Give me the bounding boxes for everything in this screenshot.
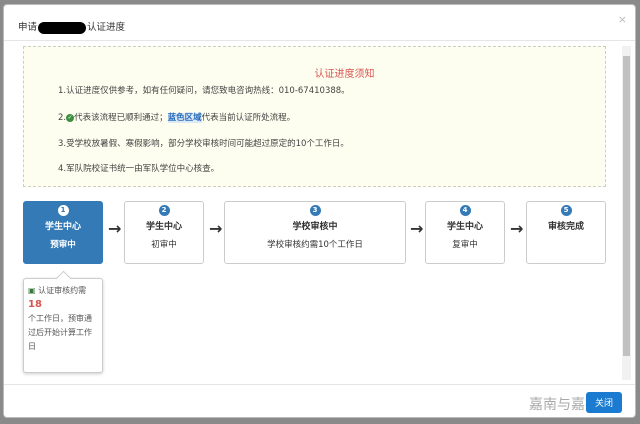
dialog-header: 申请 认证进度 × bbox=[4, 5, 635, 41]
line2-a: 代表该流程已顺利通过； bbox=[74, 113, 168, 123]
scrollbar[interactable] bbox=[622, 46, 631, 380]
redacted-name bbox=[38, 21, 87, 34]
notice-line-2: 2.✓代表该流程已顺利通过；蓝色区域代表当前认证所处流程。 bbox=[58, 111, 295, 123]
step-title: 学生中心 bbox=[44, 222, 81, 232]
step-sub: 预审中 bbox=[50, 240, 76, 250]
step-title: 学校审核中 bbox=[292, 222, 338, 232]
line2-prefix: 2. bbox=[58, 113, 67, 123]
step-number: 2 bbox=[158, 205, 170, 216]
title-prefix: 申请 bbox=[18, 22, 38, 33]
title-suffix: 认证进度 bbox=[87, 22, 126, 33]
notice-box: 认证进度须知 1.认证进度仅供参考，如有任何疑问，请您致电咨询热线：010-67… bbox=[23, 46, 606, 187]
tooltip-days: 18 bbox=[28, 299, 42, 310]
step-title: 学生中心 bbox=[145, 222, 182, 232]
step-2: 2 学生中心初审中 bbox=[124, 201, 204, 264]
tooltip-text-b: 个工作日，预审通过后开始计算工作日 bbox=[28, 314, 92, 351]
tooltip-text-a: 认证审核约需 bbox=[38, 286, 87, 295]
close-icon[interactable]: × bbox=[618, 13, 627, 26]
notice-line-1: 1.认证进度仅供参考，如有任何疑问，请您致电咨询热线：010-67410388。 bbox=[58, 86, 350, 96]
step-title: 审核完成 bbox=[547, 222, 584, 232]
step-sub: 初审中 bbox=[151, 240, 177, 250]
check-circle-icon: ✓ bbox=[66, 113, 75, 122]
step-number: 4 bbox=[459, 205, 471, 216]
progress-dialog: 申请 认证进度 × 认证进度须知 1.认证进度仅供参考，如有任何疑问，请您致电咨询… bbox=[3, 4, 636, 418]
step-title: 学生中心 bbox=[446, 222, 483, 232]
step-tooltip: ▣ 认证审核约需 18 个工作日，预审通过后开始计算工作日 bbox=[23, 278, 103, 373]
step-number: 5 bbox=[560, 205, 572, 216]
step-sub: 复审中 bbox=[452, 240, 478, 250]
notice-line-3: 3.受学校放暑假、寒假影响，部分学校审核时间可能超过原定的10个工作日。 bbox=[58, 139, 349, 149]
step-5: 5 审核完成 bbox=[526, 201, 606, 264]
dialog-footer: 嘉南与嘉祺 关闭 bbox=[4, 384, 635, 418]
step-sub: 学校审核约需10个工作日 bbox=[267, 240, 363, 250]
step-3: 3 学校审核中学校审核约需10个工作日 bbox=[224, 201, 406, 264]
arrow-right-icon: → bbox=[108, 219, 122, 238]
close-button[interactable]: 关闭 bbox=[586, 392, 622, 413]
line2-blue: 蓝色区域 bbox=[167, 113, 202, 123]
arrow-right-icon: → bbox=[209, 219, 223, 238]
dialog-body: 认证进度须知 1.认证进度仅供参考，如有任何疑问，请您致电咨询热线：010-67… bbox=[4, 42, 635, 384]
step-number: 3 bbox=[309, 205, 321, 216]
line2-b: 代表当前认证所处流程。 bbox=[201, 113, 296, 123]
calendar-icon: ▣ bbox=[28, 286, 36, 295]
scrollbar-thumb[interactable] bbox=[623, 56, 630, 356]
step-4: 4 学生中心复审中 bbox=[425, 201, 505, 264]
notice-line-4: 4.军队院校证书统一由军队学位中心核查。 bbox=[58, 164, 220, 174]
step-number: 1 bbox=[57, 205, 69, 216]
arrow-right-icon: → bbox=[410, 219, 424, 238]
step-1: 1 学生中心预审中 bbox=[23, 201, 103, 264]
notice-title: 认证进度须知 bbox=[314, 69, 375, 80]
dialog-title: 申请 认证进度 bbox=[18, 19, 125, 34]
arrow-right-icon: → bbox=[510, 219, 524, 238]
